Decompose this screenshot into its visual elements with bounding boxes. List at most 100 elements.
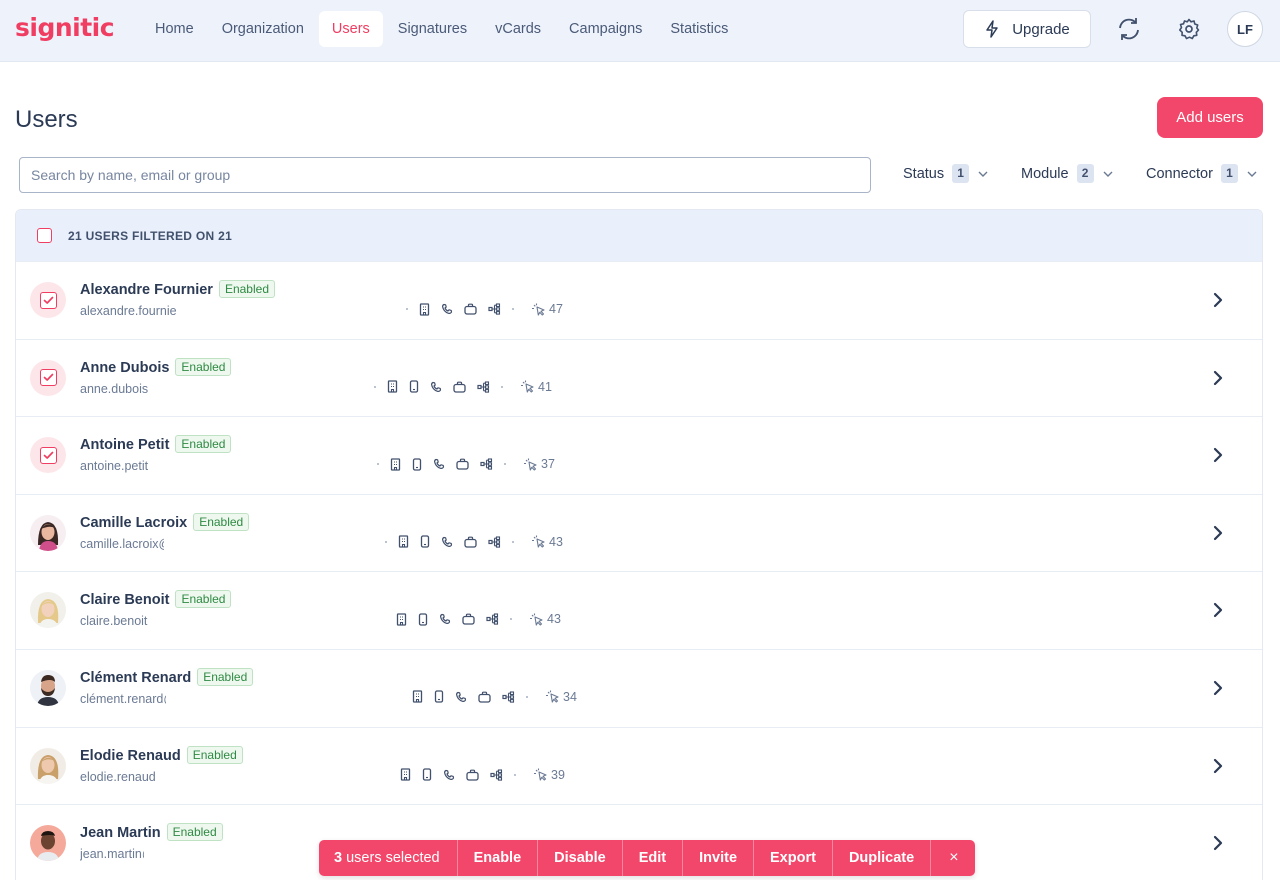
chevron-right-icon[interactable] [1212,834,1224,852]
status-badge: Enabled [175,357,232,376]
chevron-right-icon[interactable] [1212,524,1224,542]
filter-status[interactable]: Status 1 [903,164,989,183]
user-row[interactable]: Anne Dubois Enabled anne.dubois 41 [16,338,1262,417]
search-input[interactable] [19,157,871,193]
user-email: camille.lacroix@ [80,536,164,551]
user-row[interactable]: Claire Benoit Enabled claire.benoit 43 [16,571,1262,649]
duplicate-button[interactable]: Duplicate [833,840,932,876]
open-user-button[interactable] [1212,834,1224,857]
edit-button[interactable]: Edit [623,840,684,876]
users-list: 21 USERS FILTERED ON 21 Alexandre Fourni… [15,209,1263,880]
click-count: 43 [529,612,561,626]
user-row[interactable]: Camille Lacroix Enabled camille.lacroix@ 43 [16,493,1262,572]
click-count-value: 43 [549,534,563,549]
chevron-right-icon[interactable] [1212,446,1224,464]
user-name[interactable]: Clément Renard [80,670,191,686]
settings-button[interactable] [1173,13,1205,45]
user-name-line: Jean Martin Enabled [80,823,223,842]
nav-vcards[interactable]: vCards [482,11,554,47]
user-row[interactable]: Alexandre Fournier Enabled alexandre.fourn… [16,261,1262,339]
chevron-right-icon[interactable] [1212,601,1224,619]
building-icon [398,535,409,548]
user-row[interactable]: Clément Renard Enabled clément.renard@ 34 [16,648,1262,727]
user-name[interactable]: Anne Dubois [80,360,169,376]
chevron-right-icon[interactable] [1212,757,1224,775]
separator-dot [512,540,514,543]
status-badge: Enabled [166,823,223,842]
user-name-line: Alexandre Fournier Enabled [80,280,275,298]
user-name[interactable]: Antoine Petit [80,437,169,453]
row-selected-indicator[interactable] [30,437,66,474]
nav-home[interactable]: Home [142,11,207,47]
org-tree-icon [488,536,501,548]
briefcase-icon [456,458,469,470]
phone-icon [433,458,445,470]
briefcase-icon [453,381,466,393]
status-badge: Enabled [218,280,275,298]
user-name[interactable]: Alexandre Fournier [80,282,213,298]
user-avatar[interactable]: LF [1227,11,1263,47]
avatar [30,747,66,784]
avatar [30,669,66,706]
add-users-button[interactable]: Add users [1157,97,1263,138]
org-tree-icon [502,691,515,703]
click-count: 41 [520,380,552,394]
open-user-button[interactable] [1212,291,1224,314]
upgrade-button[interactable]: Upgrade [963,10,1091,48]
nav-users[interactable]: Users [318,11,383,47]
sync-button[interactable] [1113,13,1145,45]
signitic-logo[interactable]: signitic [15,13,115,42]
user-email: claire.benoit [80,614,148,629]
checked-checkbox[interactable] [39,369,57,387]
open-user-button[interactable] [1212,601,1224,624]
user-modules: 43 [385,535,563,549]
filter-module[interactable]: Module 2 [1021,164,1114,183]
click-count: 47 [531,302,563,316]
click-count-value: 34 [563,689,577,704]
open-user-button[interactable] [1212,524,1224,547]
enable-button[interactable]: Enable [458,840,539,876]
phone-icon [455,691,467,703]
invite-button[interactable]: Invite [683,840,755,876]
status-badge: Enabled [175,435,232,454]
sync-icon [1119,18,1139,40]
filter-count-badge: 1 [1220,164,1238,183]
row-selected-indicator[interactable] [30,359,66,396]
user-name[interactable]: Camille Lacroix [80,515,187,531]
user-name[interactable]: Elodie Renaud [80,748,181,764]
nav-campaigns[interactable]: Campaigns [556,11,655,47]
chevron-right-icon[interactable] [1212,679,1224,697]
open-user-button[interactable] [1212,369,1224,392]
user-name[interactable]: Claire Benoit [80,592,169,608]
disable-button[interactable]: Disable [538,840,623,876]
select-all-checkbox[interactable] [37,228,52,243]
user-row[interactable]: Antoine Petit Enabled antoine.petit 37 [16,416,1262,494]
nav-organization[interactable]: Organization [209,11,317,47]
nav-statistics[interactable]: Statistics [657,11,741,47]
chevron-right-icon[interactable] [1212,291,1224,309]
user-modules: 34 [412,690,577,704]
open-user-button[interactable] [1212,757,1224,780]
export-button[interactable]: Export [754,840,833,876]
user-name[interactable]: Jean Martin [80,825,161,841]
checked-checkbox[interactable] [39,446,57,464]
org-tree-icon [488,303,501,315]
chevron-down-icon [1103,171,1113,177]
chevron-right-icon[interactable] [1212,369,1224,387]
row-selected-indicator[interactable] [30,282,66,318]
separator-dot [526,695,528,698]
close-icon[interactable]: × [931,840,974,876]
phone-icon [441,303,453,315]
org-tree-icon [480,458,493,470]
open-user-button[interactable] [1212,446,1224,469]
selected-number: 3 [334,850,343,866]
open-user-button[interactable] [1212,679,1224,702]
separator-dot [504,463,506,466]
checked-checkbox[interactable] [39,291,57,309]
click-count-value: 43 [547,612,561,627]
filter-connector[interactable]: Connector 1 [1146,164,1258,183]
nav-signatures[interactable]: Signatures [385,11,480,47]
separator-dot [512,308,514,310]
status-badge: Enabled [186,745,243,764]
user-row[interactable]: Elodie Renaud Enabled elodie.renaud 39 [16,726,1262,805]
